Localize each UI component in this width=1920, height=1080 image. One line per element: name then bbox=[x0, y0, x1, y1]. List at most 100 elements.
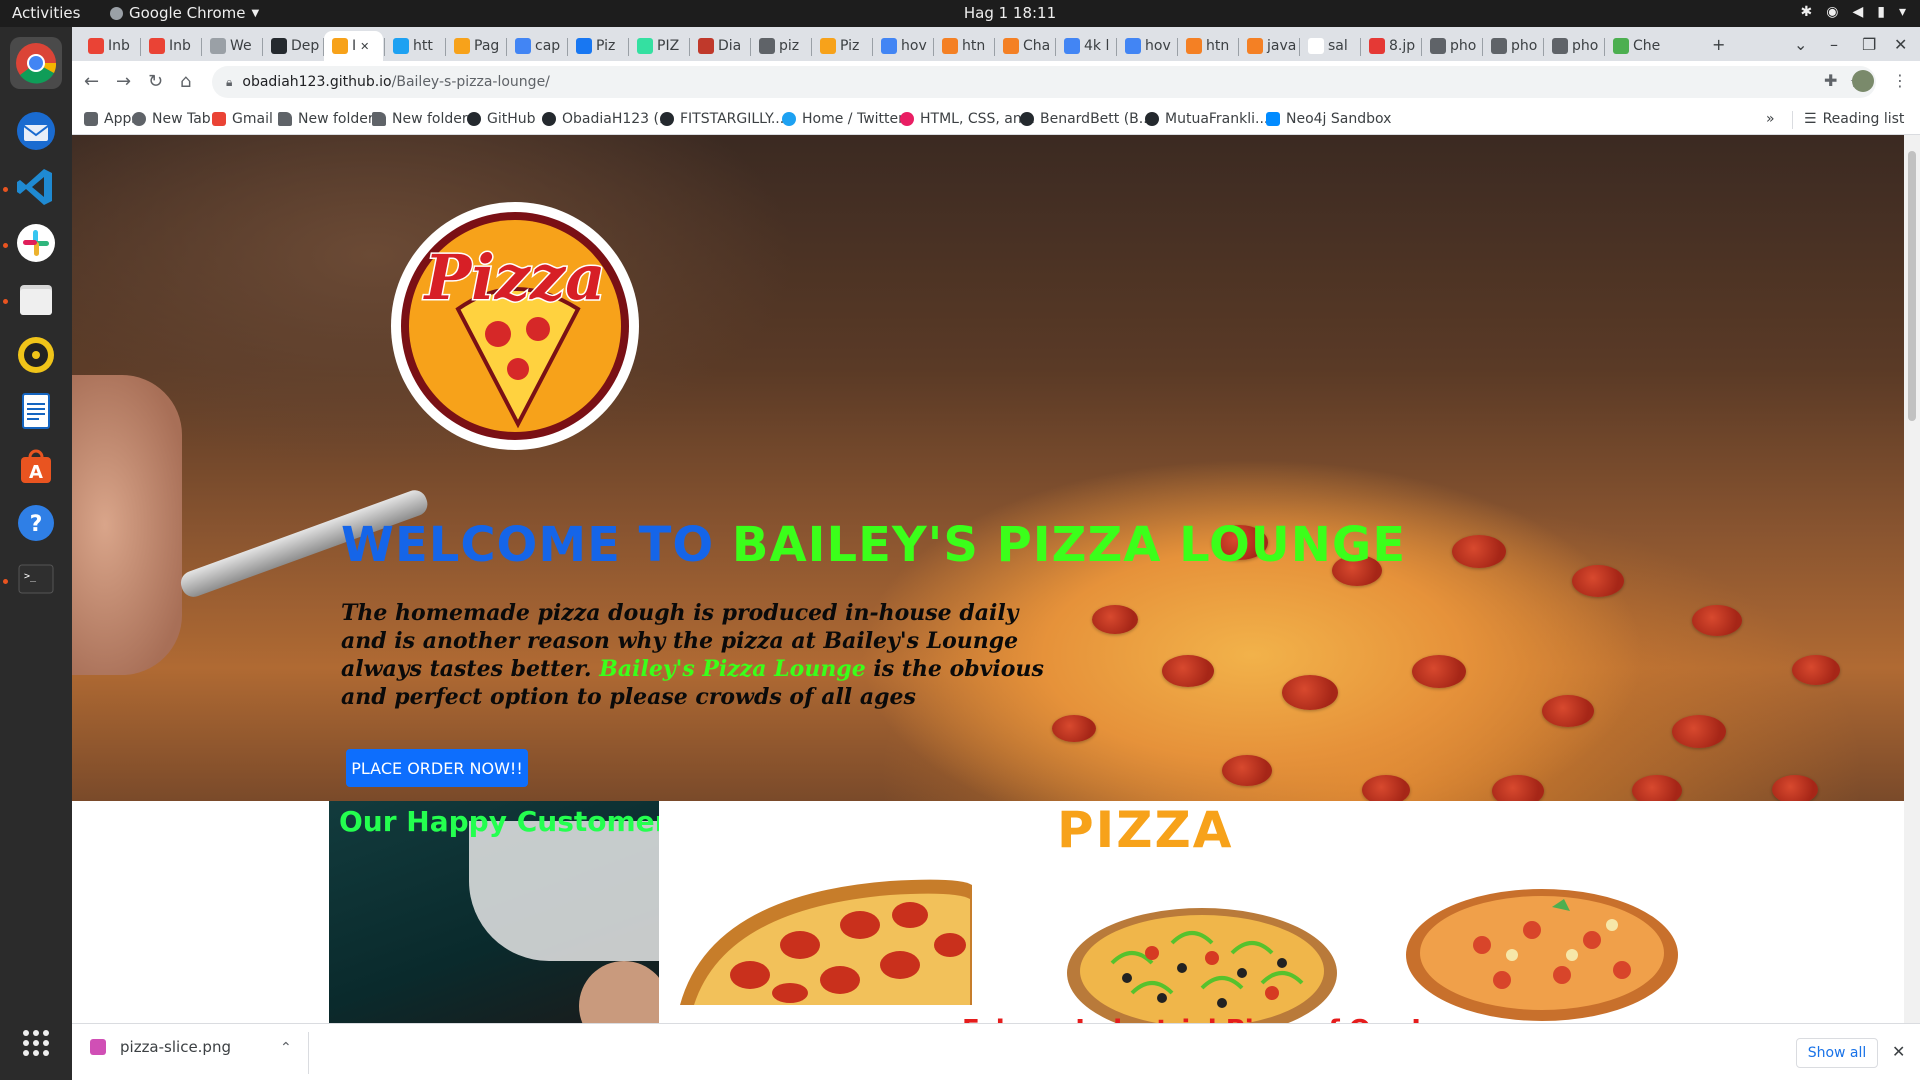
bookmark-item[interactable]: MutuaFrankli... bbox=[1145, 111, 1268, 127]
browser-tab[interactable]: We bbox=[202, 31, 261, 61]
bookmark-item[interactable]: BenardBett (B... bbox=[1020, 111, 1152, 127]
tab-title: pho bbox=[1511, 38, 1538, 54]
browser-tab[interactable]: java bbox=[1239, 31, 1298, 61]
browser-tab[interactable]: Dep bbox=[263, 31, 322, 61]
bookmark-item[interactable]: ObadiaH123 (... bbox=[542, 111, 672, 127]
browser-tab[interactable]: sal bbox=[1300, 31, 1359, 61]
browser-tab[interactable]: I ✕ bbox=[324, 31, 383, 61]
back-button[interactable]: ← bbox=[84, 71, 99, 92]
new-tab-button[interactable]: + bbox=[1712, 35, 1725, 54]
bookmark-item[interactable]: New Tab bbox=[132, 111, 211, 127]
close-tab-icon[interactable]: ✕ bbox=[360, 40, 369, 53]
browser-toolbar: ← → ↻ ⌂ 🔒︎ obadiah123.github.io /Bailey-… bbox=[72, 61, 1920, 103]
chevron-up-icon[interactable]: ⌃ bbox=[280, 1040, 292, 1056]
tab-separator bbox=[567, 38, 568, 56]
system-tray[interactable]: ✱ ◉ ◀ ▮ ▾ bbox=[1801, 4, 1906, 20]
reload-button[interactable]: ↻ bbox=[148, 71, 163, 92]
place-order-button[interactable]: PLACE ORDER NOW!! bbox=[346, 749, 528, 787]
bookmark-item[interactable]: New folder bbox=[372, 111, 468, 127]
bookmark-item[interactable]: GitHub bbox=[467, 111, 536, 127]
bookmark-item[interactable]: New folder bbox=[278, 111, 374, 127]
dock-vscode[interactable] bbox=[10, 161, 62, 213]
close-window-button[interactable]: ✕ bbox=[1894, 35, 1907, 54]
tab-search-icon[interactable]: ⌄ bbox=[1794, 35, 1807, 54]
hero-desc-highlight: Bailey's Pizza Lounge bbox=[599, 656, 866, 682]
scrollbar-thumb[interactable] bbox=[1908, 151, 1916, 421]
browser-tab[interactable]: htn bbox=[1178, 31, 1237, 61]
app-menu[interactable]: Google Chrome ▼ bbox=[110, 4, 259, 22]
close-shelf-icon[interactable]: ✕ bbox=[1892, 1042, 1905, 1061]
dock-thunderbird[interactable] bbox=[10, 105, 62, 157]
libreoffice-writer-icon bbox=[22, 393, 50, 429]
browser-tab[interactable]: hov bbox=[873, 31, 932, 61]
gmail-icon bbox=[88, 38, 104, 54]
tab-separator bbox=[1543, 38, 1544, 56]
dock-help[interactable]: ? bbox=[10, 497, 62, 549]
chrome-menu-icon[interactable]: ⋮ bbox=[1892, 71, 1908, 90]
home-button[interactable]: ⌂ bbox=[180, 71, 191, 92]
bookmark-item[interactable]: Gmail bbox=[212, 111, 273, 127]
dock-files[interactable] bbox=[10, 273, 62, 325]
browser-tab[interactable]: pho bbox=[1483, 31, 1542, 61]
browser-tab[interactable]: htn bbox=[934, 31, 993, 61]
browser-tab[interactable]: 8.jp bbox=[1361, 31, 1420, 61]
browser-tab[interactable]: cap bbox=[507, 31, 566, 61]
dock-show-apps[interactable] bbox=[10, 1017, 62, 1069]
web-icon bbox=[210, 38, 226, 54]
bookmark-item[interactable]: Apps bbox=[84, 111, 139, 127]
tab-title: Piz bbox=[840, 38, 860, 54]
page-scrollbar[interactable] bbox=[1904, 135, 1920, 1023]
power-menu-icon: ▾ bbox=[1898, 4, 1906, 20]
profile-avatar[interactable] bbox=[1852, 70, 1874, 92]
clock[interactable]: Hag 1 18:11 bbox=[950, 4, 1070, 22]
chrome-small-icon bbox=[110, 6, 123, 20]
browser-tab[interactable]: pho bbox=[1544, 31, 1603, 61]
extensions-icon[interactable]: ✚ bbox=[1824, 71, 1837, 90]
address-bar[interactable]: 🔒︎ obadiah123.github.io /Bailey-s-pizza-… bbox=[212, 66, 1876, 98]
pizza-icon bbox=[332, 38, 348, 54]
browser-tab[interactable]: 4k l bbox=[1056, 31, 1115, 61]
browser-tab[interactable]: pho bbox=[1422, 31, 1481, 61]
tab-title: piz bbox=[779, 38, 800, 54]
show-all-downloads-button[interactable]: Show all bbox=[1796, 1038, 1878, 1068]
bookmark-item[interactable]: HTML, CSS, an... bbox=[900, 111, 1035, 127]
browser-tab[interactable]: Cha bbox=[995, 31, 1054, 61]
minimize-button[interactable]: – bbox=[1830, 35, 1838, 54]
activities-button[interactable]: Activities bbox=[12, 4, 80, 22]
bookmark-item[interactable]: Neo4j Sandbox bbox=[1266, 111, 1391, 127]
tab-title: 8.jp bbox=[1389, 38, 1416, 54]
bookmark-item[interactable]: Home / Twitter bbox=[782, 111, 904, 127]
pepperoni-pizza-image[interactable] bbox=[670, 875, 972, 1005]
browser-tab[interactable]: Che bbox=[1605, 31, 1664, 61]
browser-tab[interactable]: hov bbox=[1117, 31, 1176, 61]
bookmark-item[interactable]: FITSTARGILLY... bbox=[660, 111, 784, 127]
browser-tab[interactable]: Dia bbox=[690, 31, 749, 61]
dock-terminal[interactable]: >_ bbox=[10, 553, 62, 605]
running-indicator bbox=[3, 243, 8, 248]
browser-tab[interactable]: Piz bbox=[812, 31, 871, 61]
browser-tab[interactable]: piz bbox=[751, 31, 810, 61]
browser-tab[interactable]: Inb bbox=[141, 31, 200, 61]
margherita-pizza-image[interactable] bbox=[1402, 885, 1702, 1023]
lock-icon[interactable]: 🔒︎ bbox=[226, 75, 232, 90]
tab-title: Dep bbox=[291, 38, 320, 54]
bookmark-label: BenardBett (B... bbox=[1040, 111, 1153, 127]
veggie-pizza-image[interactable] bbox=[1032, 893, 1372, 1023]
forward-button[interactable]: → bbox=[116, 71, 131, 92]
browser-tab[interactable]: Piz bbox=[568, 31, 627, 61]
browser-tab[interactable]: Inb bbox=[80, 31, 139, 61]
reading-list-button[interactable]: ☰ Reading list bbox=[1804, 111, 1904, 127]
browser-tab[interactable]: Pag bbox=[446, 31, 505, 61]
dock-chrome[interactable] bbox=[10, 37, 62, 89]
bookmarks-overflow-button[interactable]: » bbox=[1766, 111, 1775, 127]
maximize-button[interactable]: ❐ bbox=[1862, 35, 1876, 54]
dock-slack[interactable] bbox=[10, 217, 62, 269]
dock-writer[interactable] bbox=[10, 385, 62, 437]
download-item[interactable]: pizza-slice.png bbox=[90, 1038, 231, 1056]
dock-software[interactable]: A bbox=[10, 441, 62, 493]
dock-rhythmbox[interactable] bbox=[10, 329, 62, 381]
browser-tab[interactable]: htt bbox=[385, 31, 444, 61]
tab-title: We bbox=[230, 38, 252, 54]
pizza-icon bbox=[454, 38, 470, 54]
browser-tab[interactable]: PIZ bbox=[629, 31, 688, 61]
